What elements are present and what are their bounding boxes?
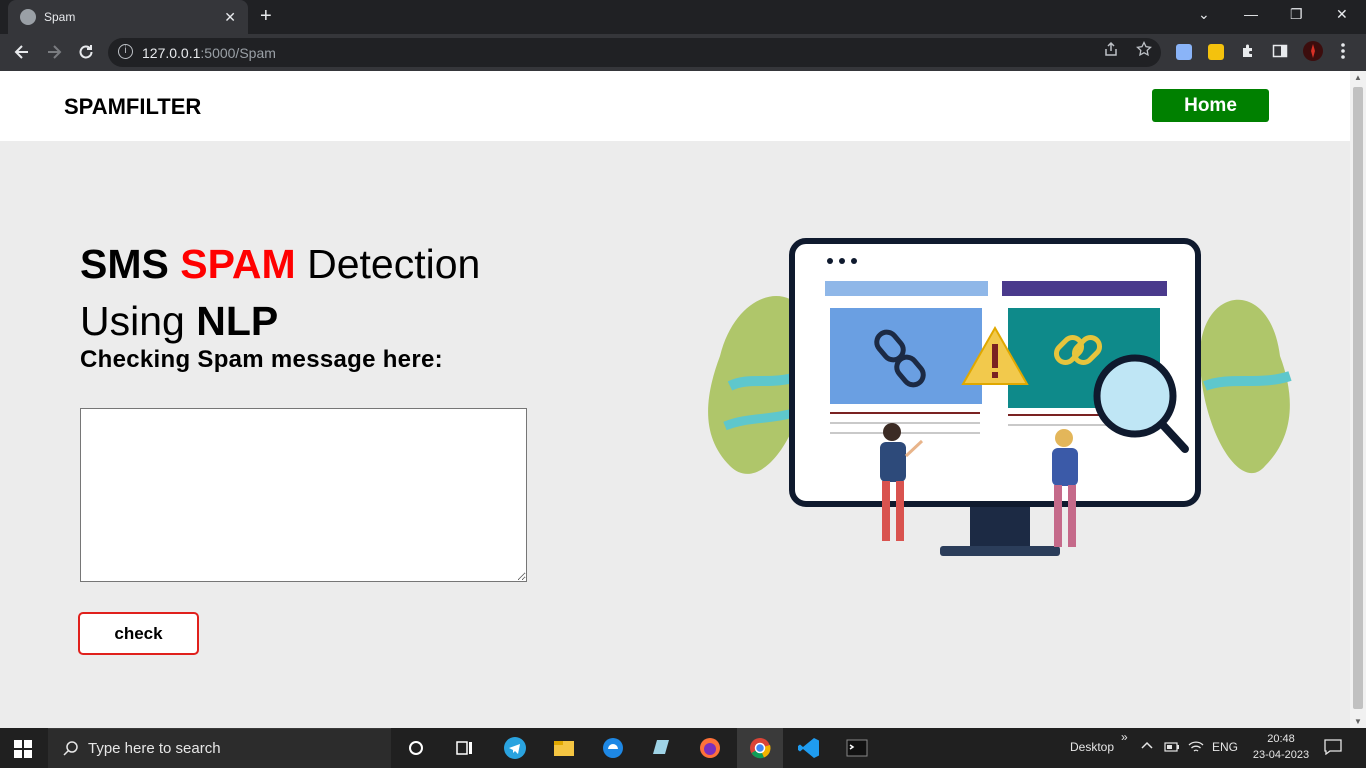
cortana-icon[interactable]: [404, 736, 428, 760]
share-icon[interactable]: [1103, 41, 1119, 61]
file-explorer-icon[interactable]: [552, 736, 576, 760]
tab-title: Spam: [44, 10, 76, 24]
site-brand[interactable]: SPAMFILTER: [64, 94, 201, 120]
browser-tab-strip: Spam ✕ + ⌄ — ❐ ✕: [0, 0, 1366, 34]
forward-arrow-icon[interactable]: [44, 42, 64, 66]
taskbar-clock[interactable]: 20:48 23-04-2023: [1252, 731, 1310, 763]
home-button[interactable]: Home: [1152, 89, 1269, 122]
message-textarea[interactable]: [80, 408, 527, 582]
spam-detection-illustration: [708, 238, 1292, 556]
wifi-icon[interactable]: [1188, 740, 1204, 757]
terminal-icon[interactable]: [845, 736, 869, 760]
title-word-using: Using: [80, 298, 185, 344]
notes-app-icon[interactable]: [649, 736, 673, 760]
battery-icon[interactable]: [1164, 741, 1180, 756]
clock-time: 20:48: [1267, 733, 1295, 745]
close-window-button[interactable]: ✕: [1336, 6, 1348, 23]
clock-date: 23-04-2023: [1252, 749, 1310, 761]
title-word-nlp: NLP: [196, 298, 279, 344]
web-page: SPAMFILTER Home SMS SPAM Detection Using…: [0, 71, 1350, 728]
title-word-spam: SPAM: [180, 241, 296, 287]
windows-start-icon[interactable]: [14, 740, 32, 763]
taskbar-search-box[interactable]: Type here to search: [48, 728, 391, 768]
back-arrow-icon[interactable]: [12, 42, 32, 66]
page-scrollbar[interactable]: ▲ ▼: [1350, 71, 1366, 728]
windows-taskbar: Type here to search Desktop » ENG 20:48 …: [0, 728, 1366, 768]
telegram-icon[interactable]: [503, 736, 527, 760]
title-word-detection: Detection: [307, 241, 481, 287]
site-navbar: SPAMFILTER Home: [0, 71, 1350, 141]
title-word-sms: SMS: [80, 241, 169, 287]
monitor-base: [940, 546, 1060, 556]
url-host: 127.0.0.1: [142, 44, 201, 61]
desktop-toolbar-label[interactable]: Desktop: [1070, 740, 1114, 754]
chrome-menu-icon[interactable]: [1340, 42, 1346, 64]
tray-overflow-icon[interactable]: [1140, 739, 1154, 756]
new-tab-button[interactable]: +: [260, 6, 272, 26]
scroll-up-arrow-icon[interactable]: ▲: [1354, 73, 1362, 82]
scrollbar-thumb[interactable]: [1353, 87, 1363, 709]
task-view-icon[interactable]: [452, 736, 476, 760]
url-path: :5000/Spam: [200, 44, 276, 61]
reload-icon[interactable]: [76, 42, 96, 66]
subheading: Checking Spam message here:: [80, 346, 443, 373]
tab-close-icon[interactable]: ✕: [224, 9, 236, 26]
browser-tab[interactable]: Spam ✕: [8, 0, 248, 34]
address-bar[interactable]: i 127.0.0.1:5000/Spam: [108, 38, 1161, 67]
extension-folder-icon[interactable]: [1208, 44, 1224, 60]
site-info-icon[interactable]: i: [118, 44, 133, 59]
leaf-right: [1200, 299, 1292, 474]
vscode-icon[interactable]: [797, 736, 821, 760]
toolbar-chevron-icon[interactable]: »: [1121, 730, 1128, 744]
restore-button[interactable]: ❐: [1290, 6, 1303, 23]
monitor-stand: [970, 501, 1030, 551]
extension-docs-icon[interactable]: [1176, 44, 1192, 60]
chrome-icon[interactable]: [748, 736, 772, 760]
globe-icon: [20, 9, 36, 25]
edge-icon[interactable]: [601, 736, 625, 760]
scroll-down-arrow-icon[interactable]: ▼: [1354, 717, 1362, 726]
page-title: SMS SPAM Detection Using NLP: [80, 236, 480, 350]
minimize-button[interactable]: —: [1244, 6, 1258, 22]
extensions-puzzle-icon[interactable]: [1240, 43, 1256, 63]
check-button[interactable]: check: [78, 612, 199, 655]
profile-avatar[interactable]: [1302, 40, 1324, 66]
language-indicator[interactable]: ENG: [1212, 740, 1238, 754]
search-placeholder: Type here to search: [88, 740, 221, 757]
tab-search-chevron-icon[interactable]: ⌄: [1198, 6, 1210, 23]
firefox-icon[interactable]: [698, 736, 722, 760]
notifications-icon[interactable]: [1324, 739, 1342, 758]
browser-toolbar: i 127.0.0.1:5000/Spam: [0, 34, 1366, 71]
bookmark-star-icon[interactable]: [1136, 40, 1152, 61]
search-icon: [62, 740, 80, 762]
side-panel-icon[interactable]: [1272, 43, 1288, 63]
